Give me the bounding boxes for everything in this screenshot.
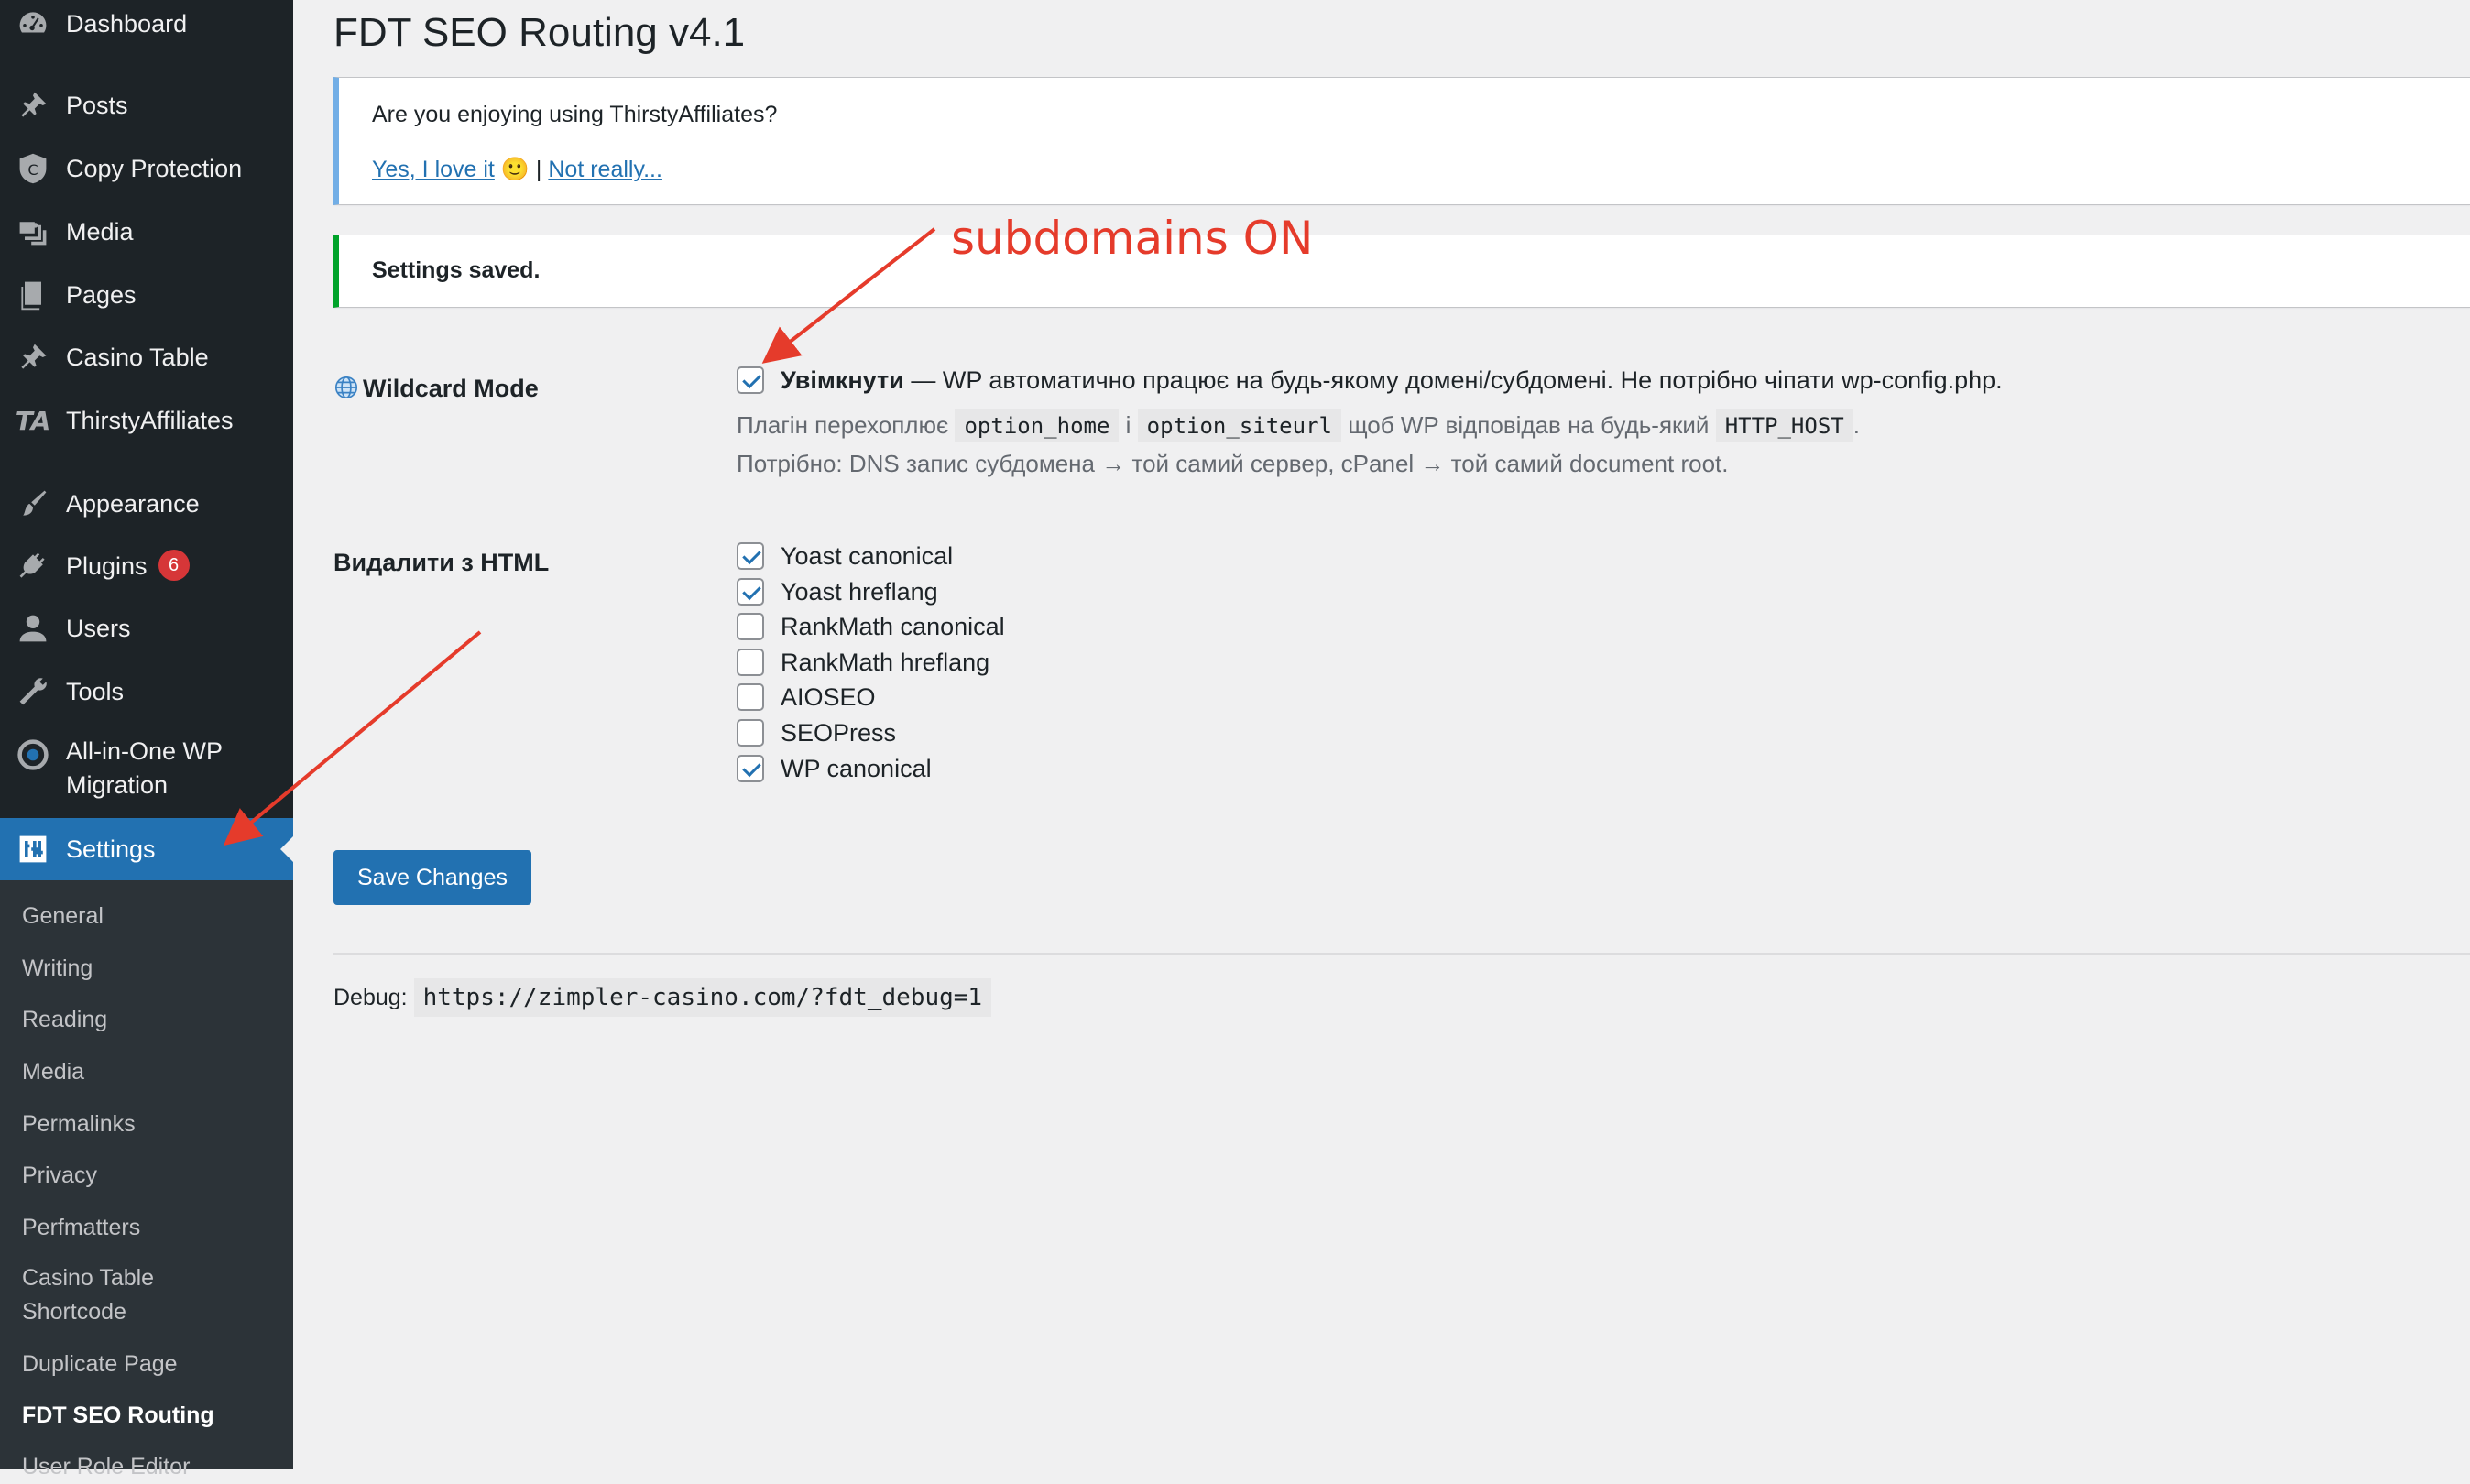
annotation-arrows [223,227,936,846]
annotation-arrow-to-checkbox [761,227,936,364]
annotation-arrow-to-settings [223,630,482,846]
